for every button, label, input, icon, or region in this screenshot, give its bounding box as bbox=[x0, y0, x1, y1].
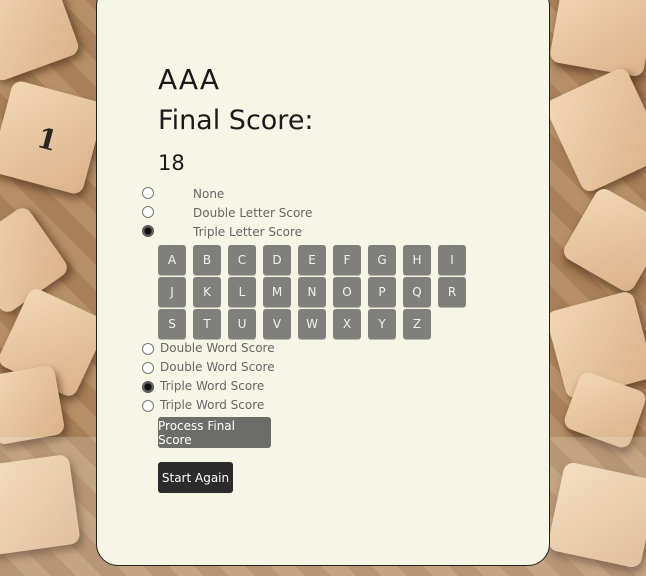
radio-triple-word-1[interactable] bbox=[142, 381, 154, 393]
letter-button-o[interactable]: O bbox=[333, 277, 361, 307]
letter-button-t[interactable]: T bbox=[193, 309, 221, 339]
score-card: AAA Final Score: 18 None Double Letter S… bbox=[96, 0, 550, 566]
final-score-value: 18 bbox=[158, 151, 185, 175]
letter-button-a[interactable]: A bbox=[158, 245, 186, 275]
letter-button-p[interactable]: P bbox=[368, 277, 396, 307]
letter-button-d[interactable]: D bbox=[263, 245, 291, 275]
radio-double-letter[interactable] bbox=[142, 206, 154, 218]
letter-button-x[interactable]: X bbox=[333, 309, 361, 339]
letter-button-q[interactable]: Q bbox=[403, 277, 431, 307]
bg-tile: 1 bbox=[0, 79, 106, 196]
player-name: AAA bbox=[158, 63, 221, 96]
start-again-button[interactable]: Start Again bbox=[158, 462, 233, 493]
radio-triple-word-2[interactable] bbox=[142, 400, 154, 412]
radio-triple-letter[interactable] bbox=[142, 225, 154, 237]
bg-tile bbox=[0, 0, 81, 83]
final-score-label: Final Score: bbox=[158, 105, 314, 136]
bg-tile bbox=[548, 0, 646, 78]
letter-button-r[interactable]: R bbox=[438, 277, 466, 307]
bg-tile bbox=[0, 364, 66, 446]
letter-button-v[interactable]: V bbox=[263, 309, 291, 339]
letter-button-b[interactable]: B bbox=[193, 245, 221, 275]
letter-button-l[interactable]: L bbox=[228, 277, 256, 307]
letter-button-y[interactable]: Y bbox=[368, 309, 396, 339]
radio-double-word-1[interactable] bbox=[142, 343, 154, 355]
radio-label-none: None bbox=[193, 187, 225, 201]
radio-double-word-2[interactable] bbox=[142, 362, 154, 374]
bg-tile bbox=[560, 185, 646, 295]
letter-button-g[interactable]: G bbox=[368, 245, 396, 275]
radio-label-triple-word-2: Triple Word Score bbox=[160, 398, 265, 412]
letter-button-k[interactable]: K bbox=[193, 277, 221, 307]
radio-label-triple-word-1: Triple Word Score bbox=[160, 379, 265, 393]
letter-button-j[interactable]: J bbox=[158, 277, 186, 307]
radio-letter-none[interactable] bbox=[142, 187, 154, 199]
letter-button-f[interactable]: F bbox=[333, 245, 361, 275]
letter-button-u[interactable]: U bbox=[228, 309, 256, 339]
radio-label-double-word-1: Double Word Score bbox=[160, 341, 275, 355]
letter-button-i[interactable]: I bbox=[438, 245, 466, 275]
radio-label-double-word-2: Double Word Score bbox=[160, 360, 275, 374]
letter-button-s[interactable]: S bbox=[158, 309, 186, 339]
letter-button-c[interactable]: C bbox=[228, 245, 256, 275]
radio-label-double-letter: Double Letter Score bbox=[193, 206, 313, 220]
letter-button-z[interactable]: Z bbox=[403, 309, 431, 339]
radio-label-triple-letter: Triple Letter Score bbox=[193, 225, 302, 239]
process-final-score-button[interactable]: Process Final Score bbox=[158, 417, 271, 448]
letter-button-m[interactable]: M bbox=[263, 277, 291, 307]
letter-button-e[interactable]: E bbox=[298, 245, 326, 275]
bg-tile bbox=[543, 65, 646, 195]
letter-button-h[interactable]: H bbox=[403, 245, 431, 275]
letter-button-n[interactable]: N bbox=[298, 277, 326, 307]
letter-button-w[interactable]: W bbox=[298, 309, 326, 339]
